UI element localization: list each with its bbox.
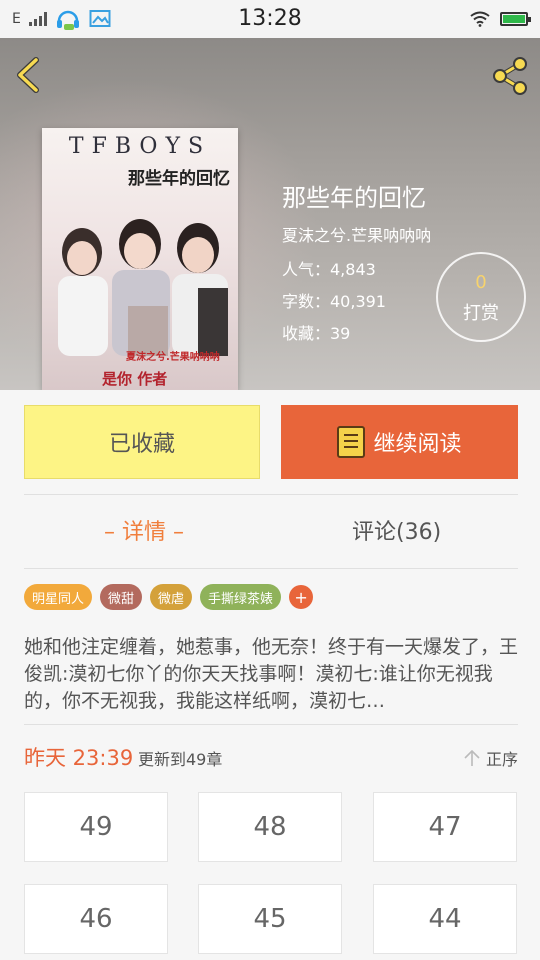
book-cover[interactable]: TFBOYS 那些年的回忆 夏沫之兮.芒果呐呐呐 是你 作者 — [42, 128, 238, 390]
update-time: 昨天 23:39 — [24, 746, 134, 770]
book-synopsis[interactable]: 她和他注定缠着，她惹事，他无奈！终于有一天爆发了，王俊凯:漠初七你丫的你天天找事… — [24, 634, 518, 714]
carrier-label: E — [12, 11, 21, 27]
book-author[interactable]: 夏沫之兮.芒果呐呐呐 — [282, 222, 431, 246]
tag-list: 明星同人 微甜 微虐 手撕绿茶婊 + — [24, 584, 314, 610]
word-count-stat: 字数：40,391 — [282, 292, 386, 311]
book-title: 那些年的回忆 — [282, 184, 426, 212]
sort-order-label: 正序 — [485, 750, 518, 769]
collected-label: 已收藏 — [108, 432, 175, 457]
tag-item[interactable]: 微甜 — [100, 584, 143, 610]
tab-details[interactable]: – 详情 – — [104, 514, 184, 546]
popularity-stat: 人气：4,843 — [282, 260, 376, 279]
cover-brand: TFBOYS — [68, 134, 212, 159]
share-icon — [493, 57, 527, 95]
chapter-button[interactable]: 48 — [198, 792, 342, 862]
collected-button[interactable]: 已收藏 — [24, 405, 260, 479]
book-icon — [337, 426, 366, 458]
divider — [24, 494, 518, 495]
divider — [24, 568, 518, 569]
image-notification-icon — [89, 10, 111, 27]
cover-author: 夏沫之兮.芒果呐呐呐 — [126, 352, 220, 363]
continue-reading-label: 继续阅读 — [373, 432, 462, 457]
favorites-stat: 收藏：39 — [282, 324, 351, 343]
chapter-button[interactable]: 49 — [24, 792, 168, 862]
share-button[interactable] — [490, 56, 530, 96]
tab-comments[interactable]: 评论(36) — [352, 514, 441, 546]
tip-label: 打赏 — [463, 303, 499, 324]
chapter-button[interactable]: 44 — [373, 884, 517, 954]
wifi-icon — [470, 11, 490, 27]
tag-item[interactable]: 微虐 — [150, 584, 193, 610]
sort-order-button[interactable]: 正序 — [464, 746, 518, 770]
tag-item[interactable]: 明星同人 — [24, 584, 93, 610]
cover-slogan: 是你 作者 — [102, 370, 168, 388]
continue-reading-button[interactable]: 继续阅读 — [281, 405, 518, 479]
back-button[interactable] — [12, 56, 46, 94]
tag-item[interactable]: 手撕绿茶婊 — [200, 584, 282, 610]
update-chapter: 更新到49章 — [138, 750, 223, 769]
chapter-button[interactable]: 47 — [373, 792, 517, 862]
cover-figures-image — [58, 219, 228, 356]
cover-title: 那些年的回忆 — [128, 169, 230, 189]
book-header: TFBOYS 那些年的回忆 夏沫之兮.芒果呐呐呐 是你 作者 那些年的回忆 夏沫… — [0, 38, 540, 390]
divider — [24, 724, 518, 725]
chapter-button[interactable]: 45 — [198, 884, 342, 954]
chevron-left-icon — [17, 57, 39, 93]
chapter-button[interactable]: 46 — [24, 884, 168, 954]
arrow-up-icon — [464, 749, 480, 766]
headset-notification-icon — [56, 10, 79, 30]
battery-icon — [500, 12, 531, 26]
tip-button[interactable]: 0 打赏 — [436, 252, 526, 342]
add-tag-button[interactable]: + — [289, 585, 314, 609]
signal-icon — [28, 12, 47, 26]
status-bar: E 13:28 — [0, 0, 540, 38]
tip-count: 0 — [475, 272, 487, 293]
